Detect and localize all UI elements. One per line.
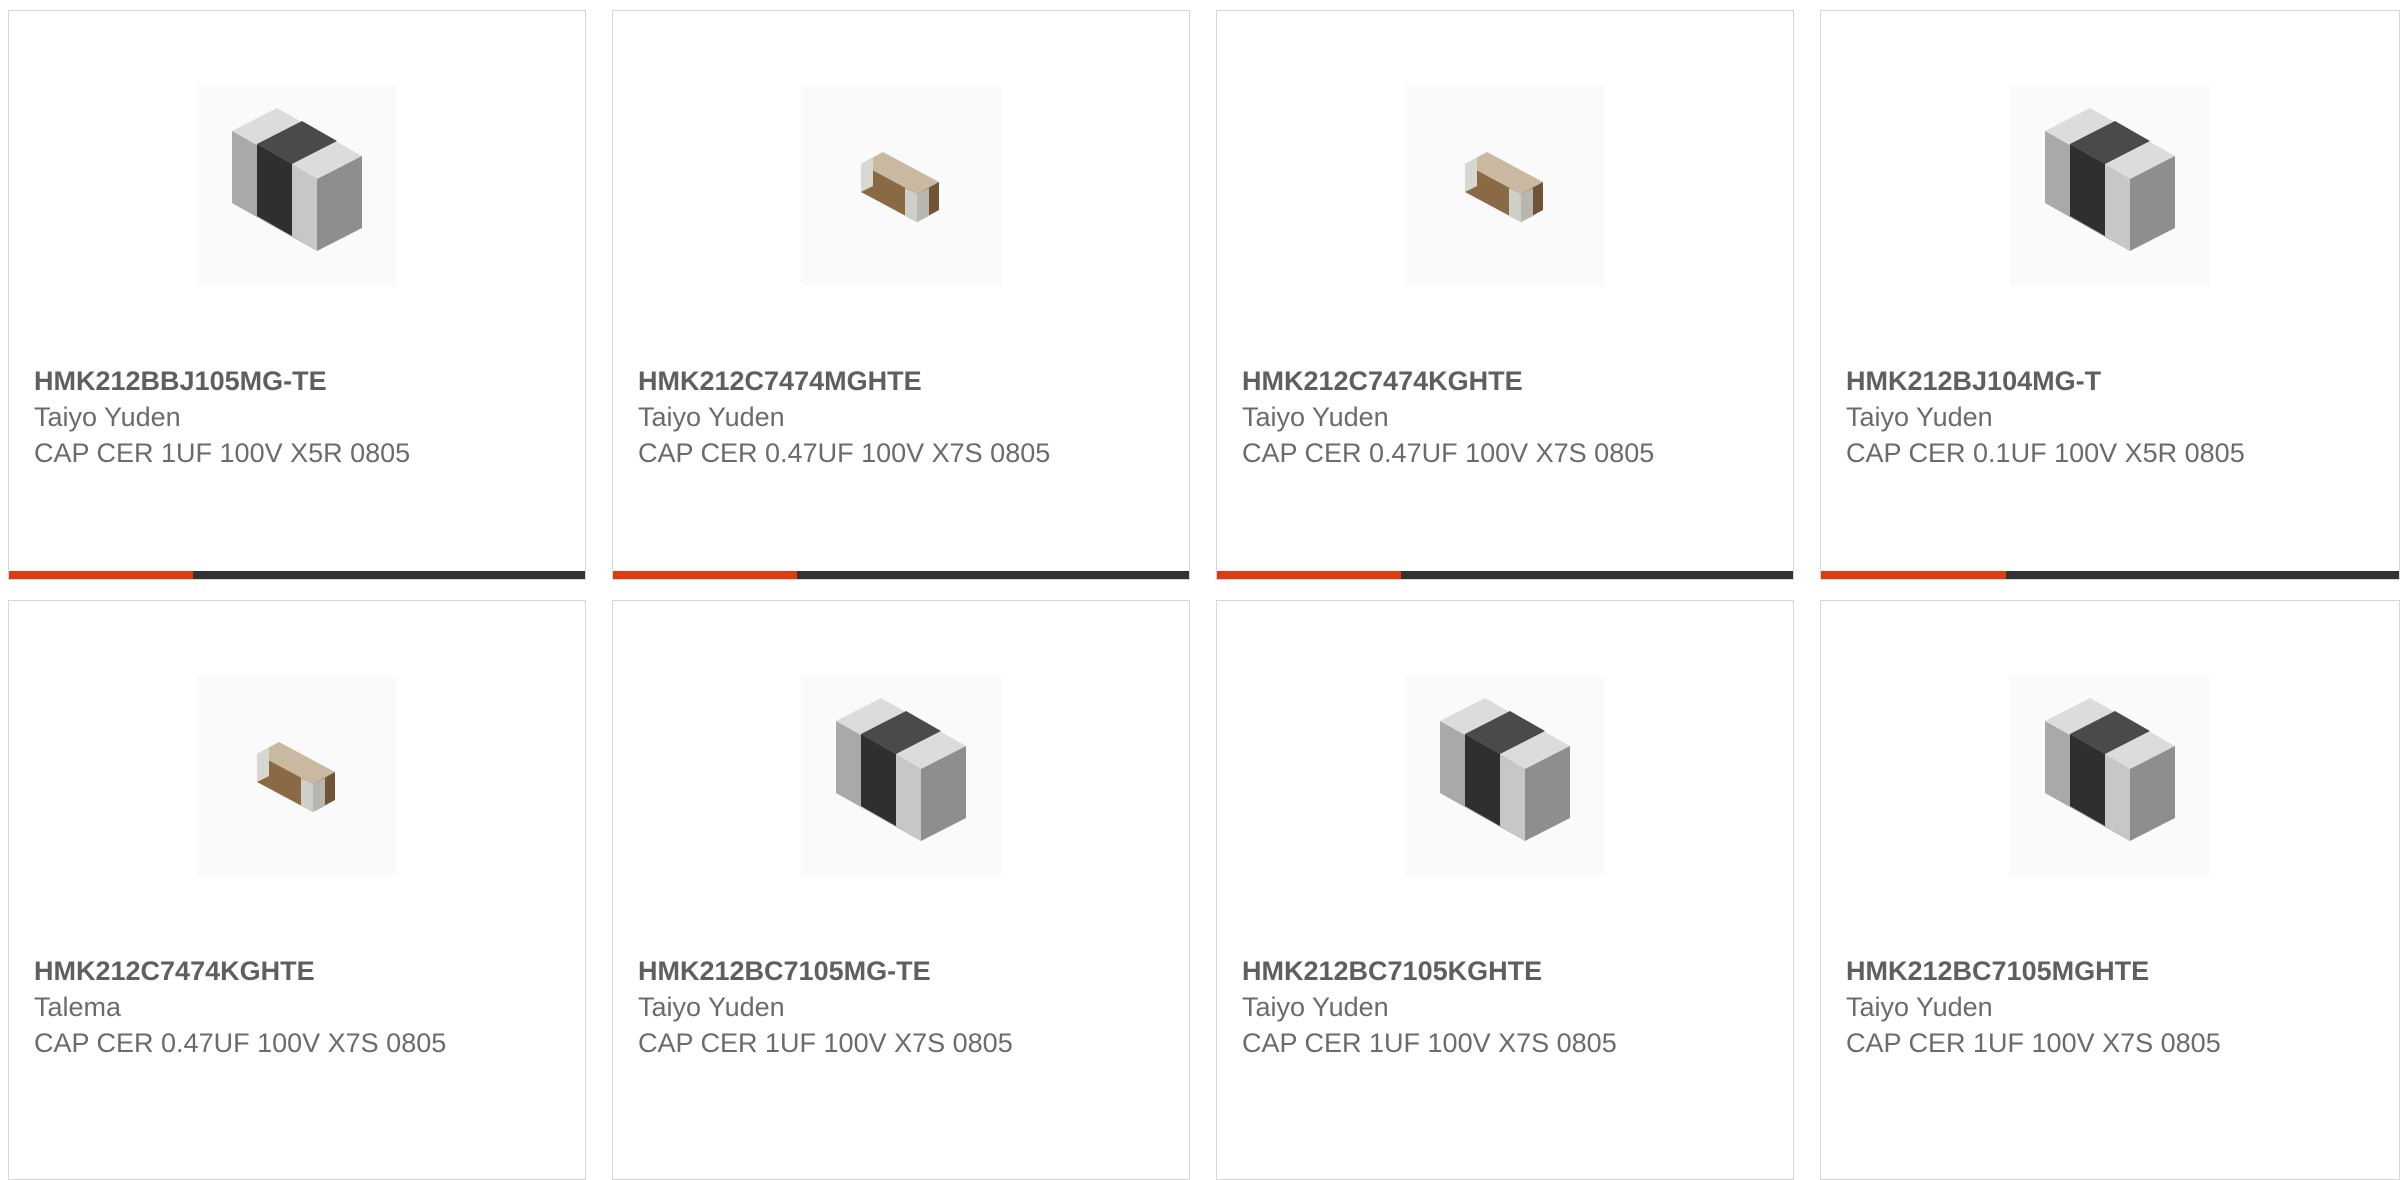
product-manufacturer: Talema bbox=[34, 992, 122, 1022]
product-part-number[interactable]: HMK212BC7105KGHTE bbox=[1242, 953, 1768, 989]
product-image[interactable] bbox=[613, 671, 1189, 881]
product-manufacturer: Taiyo Yuden bbox=[638, 992, 785, 1022]
product-manufacturer: Taiyo Yuden bbox=[1242, 402, 1389, 432]
stock-progress-bar bbox=[9, 571, 585, 579]
product-image[interactable] bbox=[1821, 671, 2399, 881]
product-card[interactable]: HMK212C7474KGHTE Taiyo Yuden CAP CER 0.4… bbox=[1216, 10, 1794, 580]
product-image[interactable] bbox=[9, 671, 585, 881]
capacitor-gray-icon bbox=[197, 86, 397, 286]
capacitor-brown-icon bbox=[197, 676, 397, 876]
capacitor-brown-icon bbox=[801, 86, 1001, 286]
stock-progress-bar bbox=[613, 571, 1189, 579]
product-image[interactable] bbox=[1217, 671, 1793, 881]
stock-progress-fill bbox=[1821, 571, 2006, 579]
product-description: CAP CER 0.47UF 100V X7S 0805 bbox=[638, 438, 1051, 468]
product-card[interactable]: HMK212C7474KGHTE Talema CAP CER 0.47UF 1… bbox=[8, 600, 586, 1180]
product-manufacturer: Taiyo Yuden bbox=[638, 402, 785, 432]
product-description: CAP CER 1UF 100V X5R 0805 bbox=[34, 438, 411, 468]
product-card[interactable]: HMK212BC7105KGHTE Taiyo Yuden CAP CER 1U… bbox=[1216, 600, 1794, 1180]
product-card[interactable]: HMK212BJ104MG-T Taiyo Yuden CAP CER 0.1U… bbox=[1820, 10, 2400, 580]
stock-progress-fill bbox=[9, 571, 194, 579]
product-manufacturer: Taiyo Yuden bbox=[34, 402, 181, 432]
capacitor-gray-icon bbox=[1405, 676, 1605, 876]
product-part-number[interactable]: HMK212C7474MGHTE bbox=[638, 363, 1164, 399]
product-part-number[interactable]: HMK212C7474KGHTE bbox=[34, 953, 560, 989]
product-description: CAP CER 0.47UF 100V X7S 0805 bbox=[34, 1028, 447, 1058]
stock-progress-bar bbox=[1821, 571, 2399, 579]
product-image[interactable] bbox=[9, 81, 585, 291]
product-part-number[interactable]: HMK212BC7105MG-TE bbox=[638, 953, 1164, 989]
product-image[interactable] bbox=[1821, 81, 2399, 291]
product-description: CAP CER 0.47UF 100V X7S 0805 bbox=[1242, 438, 1655, 468]
product-manufacturer: Taiyo Yuden bbox=[1846, 992, 1993, 1022]
capacitor-brown-icon bbox=[1405, 86, 1605, 286]
product-image[interactable] bbox=[1217, 81, 1793, 291]
product-part-number[interactable]: HMK212C7474KGHTE bbox=[1242, 363, 1768, 399]
product-image[interactable] bbox=[613, 81, 1189, 291]
product-part-number[interactable]: HMK212BC7105MGHTE bbox=[1846, 953, 2374, 989]
product-description: CAP CER 1UF 100V X7S 0805 bbox=[1242, 1028, 1617, 1058]
product-manufacturer: Taiyo Yuden bbox=[1846, 402, 1993, 432]
stock-progress-fill bbox=[613, 571, 798, 579]
product-card[interactable]: HMK212C7474MGHTE Taiyo Yuden CAP CER 0.4… bbox=[612, 10, 1190, 580]
product-description: CAP CER 1UF 100V X7S 0805 bbox=[638, 1028, 1013, 1058]
product-grid: HMK212BBJ105MG-TE Taiyo Yuden CAP CER 1U… bbox=[0, 0, 2400, 1180]
product-description: CAP CER 0.1UF 100V X5R 0805 bbox=[1846, 438, 2245, 468]
product-card[interactable]: HMK212BC7105MG-TE Taiyo Yuden CAP CER 1U… bbox=[612, 600, 1190, 1180]
product-description: CAP CER 1UF 100V X7S 0805 bbox=[1846, 1028, 2221, 1058]
stock-progress-bar bbox=[1217, 571, 1793, 579]
product-manufacturer: Taiyo Yuden bbox=[1242, 992, 1389, 1022]
product-card[interactable]: HMK212BBJ105MG-TE Taiyo Yuden CAP CER 1U… bbox=[8, 10, 586, 580]
stock-progress-fill bbox=[1217, 571, 1402, 579]
product-part-number[interactable]: HMK212BBJ105MG-TE bbox=[34, 363, 560, 399]
capacitor-gray-icon bbox=[801, 676, 1001, 876]
capacitor-gray-icon bbox=[2010, 676, 2210, 876]
capacitor-gray-icon bbox=[2010, 86, 2210, 286]
product-card[interactable]: HMK212BC7105MGHTE Taiyo Yuden CAP CER 1U… bbox=[1820, 600, 2400, 1180]
product-part-number[interactable]: HMK212BJ104MG-T bbox=[1846, 363, 2374, 399]
